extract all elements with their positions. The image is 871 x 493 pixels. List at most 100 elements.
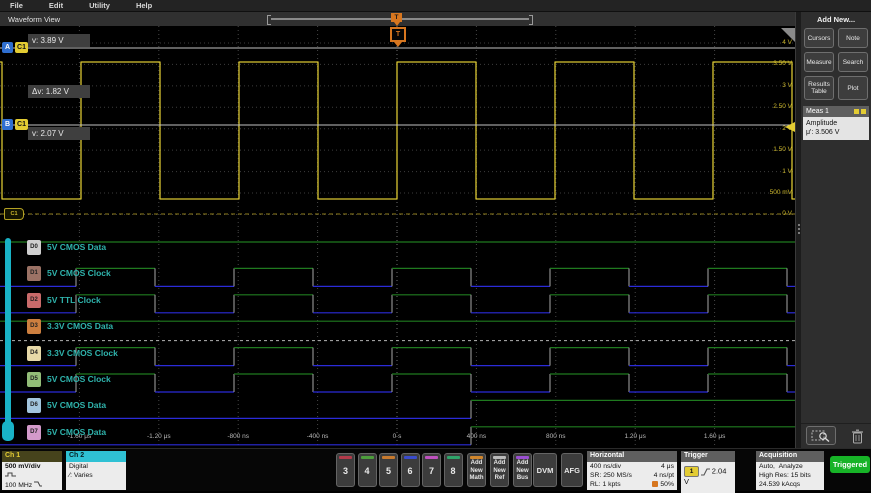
trigger-source-badge: 1: [684, 466, 699, 477]
cursors-button[interactable]: Cursors: [804, 28, 834, 48]
add-button-label: AddNewBus: [514, 460, 531, 483]
add-button-label: AddNewMath: [468, 460, 485, 483]
ch1-title: Ch 1: [2, 451, 62, 462]
digital-channel-label-d6[interactable]: 5V CMOS Data: [47, 400, 106, 410]
ch1-ground-marker[interactable]: C1: [4, 208, 24, 220]
add-new-bus-button[interactable]: AddNewBus: [513, 453, 532, 487]
acquisition-badge[interactable]: Acquisition Auto, Analyze High Res: 15 b…: [756, 451, 824, 490]
ch2-badge[interactable]: Ch 2 Digital ∕: Varies: [66, 451, 126, 490]
meas1-value: μ': 3.506 V: [806, 128, 866, 137]
time-axis-label: -800 ns: [227, 433, 249, 440]
cursor-b-readout: v: 2.07 V: [28, 127, 90, 140]
channel-button-3[interactable]: 3: [336, 453, 355, 487]
digital-channel-label-d4[interactable]: 3.3V CMOS Clock: [47, 348, 118, 358]
ch1-bandwidth-icon: [34, 481, 42, 487]
ch1-bandwidth: 100 MHz: [5, 482, 32, 489]
cursor-a-badge[interactable]: A: [2, 42, 13, 53]
digital-channel-label-d1[interactable]: 5V CMOS Clock: [47, 268, 111, 278]
ch1-analog-trace[interactable]: [0, 62, 795, 199]
acq-resolution: High Res: 15 bits: [759, 472, 821, 481]
digital-channel-label-d3[interactable]: 3.3V CMOS Data: [47, 321, 113, 331]
digital-channel-badge-d2[interactable]: D2: [27, 293, 41, 308]
afg-button[interactable]: AFG: [561, 453, 583, 487]
meas1-name: Amplitude: [806, 119, 866, 128]
ch1-coupling-icon: [5, 472, 16, 477]
add-color-strip: [493, 456, 506, 459]
corner-resize-icon: [781, 28, 795, 42]
channel-button-5[interactable]: 5: [379, 453, 398, 487]
channel-button-7[interactable]: 7: [422, 453, 441, 487]
digital-channel-label-d5[interactable]: 5V CMOS Clock: [47, 374, 111, 384]
ch2-threshold: ∕: Varies: [69, 472, 123, 481]
menu-utility[interactable]: Utility: [89, 1, 110, 10]
record-view-right-bracket: [529, 15, 533, 25]
meas1-indicator-icon: [854, 109, 859, 114]
plot-button[interactable]: Plot: [838, 76, 868, 100]
digital-channel-badge-d3[interactable]: D3: [27, 319, 41, 334]
cursor-a-readout: v: 3.89 V: [28, 34, 90, 47]
menu-help[interactable]: Help: [136, 1, 152, 10]
horizontal-value: 50%: [652, 481, 674, 490]
measure-button[interactable]: Measure: [804, 52, 834, 72]
menu-file[interactable]: File: [10, 1, 23, 10]
results-table-button[interactable]: Results Table: [804, 76, 834, 100]
digital-group-handle[interactable]: [5, 238, 11, 441]
trigger-flag[interactable]: T: [390, 27, 406, 42]
digital-channel-badge-d0[interactable]: D0: [27, 240, 41, 255]
channel-button-4[interactable]: 4: [358, 453, 377, 487]
horizontal-badge[interactable]: Horizontal 400 ns/div4 μsSR: 250 MS/s4 n…: [587, 451, 677, 490]
channel-button-6[interactable]: 6: [401, 453, 420, 487]
menu-edit[interactable]: Edit: [49, 1, 63, 10]
ch1-scale: 500 mV/div: [5, 463, 59, 472]
horizontal-value: 4 μs: [661, 463, 674, 472]
trigger-level-arrow[interactable]: [785, 122, 795, 132]
settings-bar: Ch 1 500 mV/div 100 MHz Ch 2 Digital ∕: …: [0, 448, 871, 491]
add-button-label: AddNewRef: [491, 460, 508, 483]
note-button[interactable]: Note: [838, 28, 868, 48]
add-new-ref-button[interactable]: AddNewRef: [490, 453, 509, 487]
channel-button-8[interactable]: 8: [444, 453, 463, 487]
search-button[interactable]: Search: [838, 52, 868, 72]
digital-graticule: [0, 232, 795, 448]
scale-label: 3.50 V: [773, 60, 792, 67]
trigger-flag-tail: [394, 42, 402, 47]
digital-group-grip[interactable]: [2, 421, 14, 441]
horizontal-settings: 400 ns/div4 μsSR: 250 MS/s4 ns/ptRL: 1 k…: [587, 462, 677, 490]
acquisition-settings: Auto, Analyze High Res: 15 bits 24.539 k…: [756, 462, 824, 490]
channel-color-strip: [339, 456, 352, 459]
ch1-badge[interactable]: Ch 1 500 mV/div 100 MHz: [2, 451, 62, 490]
horizontal-row: 400 ns/div 4 μs: [590, 463, 674, 472]
measurement-badge-meas1[interactable]: Meas 1 Amplitude μ': 3.506 V: [803, 106, 869, 140]
digital-channel-badge-d6[interactable]: D6: [27, 398, 41, 413]
cursor-b-badge[interactable]: B: [2, 119, 13, 130]
scale-label: 1.50 V: [773, 146, 792, 153]
horizontal-value: RL: 1 kpts: [590, 481, 621, 490]
oscilloscope-app: FileEditUtilityHelp Waveform View T T A …: [0, 0, 871, 490]
trigger-badge[interactable]: Trigger 1 2.04 V: [681, 451, 735, 493]
digital-channel-badge-d1[interactable]: D1: [27, 266, 41, 281]
digital-channel-label-d2[interactable]: 5V TTL Clock: [47, 295, 101, 305]
dvm-button[interactable]: DVM: [533, 453, 557, 487]
digital-channel-label-d7[interactable]: 5V CMOS Data: [47, 427, 106, 437]
cursor-a-source-badge[interactable]: C1: [15, 42, 28, 53]
digital-channel-badge-d7[interactable]: D7: [27, 425, 41, 440]
time-axis-label: -400 ns: [307, 433, 329, 440]
waveform-area: A C1 v: 3.89 V Δv: 1.82 V B C1 v: 2.07 V…: [0, 26, 795, 448]
delete-button[interactable]: [849, 428, 865, 445]
cursor-b-source-badge[interactable]: C1: [15, 119, 28, 130]
ch2-title: Ch 2: [66, 451, 126, 462]
zoom-mode-button[interactable]: [806, 426, 836, 445]
scale-label: 500 mV: [770, 189, 792, 196]
ch1-settings: 500 mV/div 100 MHz: [2, 462, 62, 490]
digital-channel-badge-d5[interactable]: D5: [27, 372, 41, 387]
trigger-position-marker-tail: [394, 22, 400, 26]
trigger-position-marker[interactable]: T: [391, 13, 402, 22]
channel-color-strip: [382, 456, 395, 459]
analog-graticule: [0, 26, 795, 232]
digital-channel-badge-d4[interactable]: D4: [27, 346, 41, 361]
trigger-position-icon: [652, 481, 658, 487]
add-new-math-button[interactable]: AddNewMath: [467, 453, 486, 487]
acq-mode: Auto, Analyze: [759, 463, 821, 472]
digital-channel-label-d0[interactable]: 5V CMOS Data: [47, 242, 106, 252]
horizontal-value: 400 ns/div: [590, 463, 621, 472]
